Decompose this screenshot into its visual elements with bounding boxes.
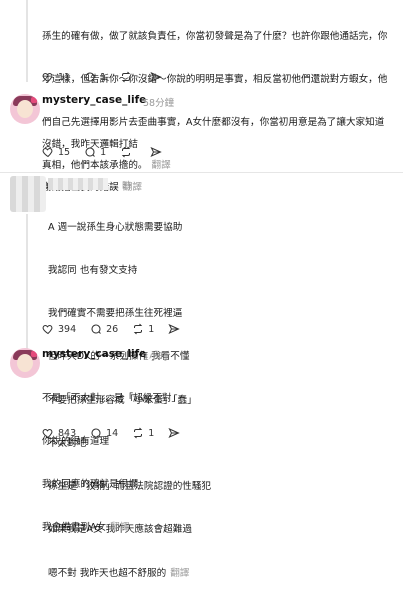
repost-icon xyxy=(134,323,143,335)
like-button[interactable]: 15 xyxy=(42,146,70,158)
post-actions: 394 26 1 xyxy=(42,322,198,336)
comment-button[interactable]: 14 xyxy=(90,427,118,439)
like-button[interactable]: 394 xyxy=(42,323,76,335)
repost-count: 1 xyxy=(148,427,155,439)
post-text-line: 不是「不太對」，是「超級不對」 xyxy=(42,392,182,404)
avatar[interactable] xyxy=(10,176,46,212)
like-button[interactable]: 11 xyxy=(42,71,70,83)
username[interactable]: mystery_case_life xyxy=(42,348,146,360)
like-count: 843 xyxy=(58,427,77,439)
post-text-line: 我的回應的確就是很爛 xyxy=(42,479,138,491)
post-text-line: 我認同 也有發文支持 xyxy=(48,265,138,277)
comment-count: 26 xyxy=(106,323,119,335)
post-text-line: A 週一說孫生身心狀態需要協助 xyxy=(48,221,183,233)
comment-post: 時 A 週一說孫生身心狀態需要協助 我認同 也有發文支持 我們確實不需要把孫生往… xyxy=(0,174,403,579)
avatar[interactable] xyxy=(10,348,40,378)
repost-button[interactable] xyxy=(120,146,136,158)
reply-post: mystery_case_life 1小時 不是「不太對」，是「超級不對」 你說… xyxy=(0,344,403,533)
timestamp: 58分鐘 xyxy=(143,98,175,109)
like-count: 394 xyxy=(58,323,77,335)
comment-button[interactable]: 26 xyxy=(90,323,118,335)
comment-count: 1 xyxy=(100,71,107,83)
heart-icon xyxy=(42,147,53,158)
repost-button[interactable] xyxy=(120,71,136,83)
post-text-line: 我們確實不需要把孫生往死裡逼 xyxy=(48,308,183,320)
comment-icon xyxy=(85,147,95,157)
send-icon xyxy=(150,71,162,83)
heart-icon xyxy=(42,324,53,335)
comment-button[interactable]: 1 xyxy=(84,146,106,158)
share-button[interactable] xyxy=(168,323,184,335)
comment-count: 1 xyxy=(100,146,107,158)
divider xyxy=(0,172,403,173)
repost-icon xyxy=(121,146,131,158)
post-text-line: 嗯不對 我昨天也超不舒服的 xyxy=(48,567,167,579)
send-icon xyxy=(168,427,181,439)
send-icon xyxy=(168,323,181,335)
timestamp: 1小時 xyxy=(143,352,169,363)
share-button[interactable] xyxy=(150,146,166,158)
like-count: 15 xyxy=(58,146,71,158)
post-actions: 11 1 xyxy=(42,70,180,84)
comment-button[interactable]: 1 xyxy=(84,71,106,83)
heart-icon xyxy=(42,72,53,83)
repost-button[interactable]: 1 xyxy=(132,323,154,335)
post-text-line: 孫生的確有做，做了就該負責任，你當初發聲是為了什麼？也許你跟他通話完，你 xyxy=(42,30,388,42)
like-button[interactable]: 843 xyxy=(42,427,76,439)
post-actions: 15 1 xyxy=(42,145,180,159)
comment-count: 14 xyxy=(106,427,119,439)
reply-post: mystery_case_life 58分鐘 沒錯，我昨天邏輯打結 謝謝指出我的… xyxy=(0,90,403,193)
username[interactable]: mystery_case_life xyxy=(42,94,146,106)
post-text: 不是「不太對」，是「超級不對」 你說的很有道理 我的回應的確就是很爛 我會備書到… xyxy=(42,363,181,565)
repost-count: 1 xyxy=(148,323,155,335)
comment-icon xyxy=(91,324,101,334)
translate-link[interactable]: 翻譯 xyxy=(110,522,129,533)
top-post: 孫生的確有做，做了就該負責任，你當初發聲是為了什麼？也許你跟他通話完，你 才這樣… xyxy=(0,0,403,172)
like-count: 11 xyxy=(58,71,71,83)
repost-icon xyxy=(121,71,131,83)
repost-icon xyxy=(134,427,143,439)
comment-icon xyxy=(91,428,101,438)
comment-icon xyxy=(85,72,95,82)
repost-button[interactable]: 1 xyxy=(132,427,154,439)
post-text-line: 我會備書到A女 xyxy=(42,522,107,534)
avatar[interactable] xyxy=(10,94,40,124)
send-icon xyxy=(150,146,162,158)
translate-link[interactable]: 翻譯 xyxy=(170,568,189,579)
post-actions: 843 14 1 xyxy=(42,426,198,440)
timestamp: 時 xyxy=(122,181,132,192)
share-button[interactable] xyxy=(168,427,184,439)
username[interactable] xyxy=(48,178,108,190)
heart-icon xyxy=(42,428,53,439)
share-button[interactable] xyxy=(150,71,166,83)
